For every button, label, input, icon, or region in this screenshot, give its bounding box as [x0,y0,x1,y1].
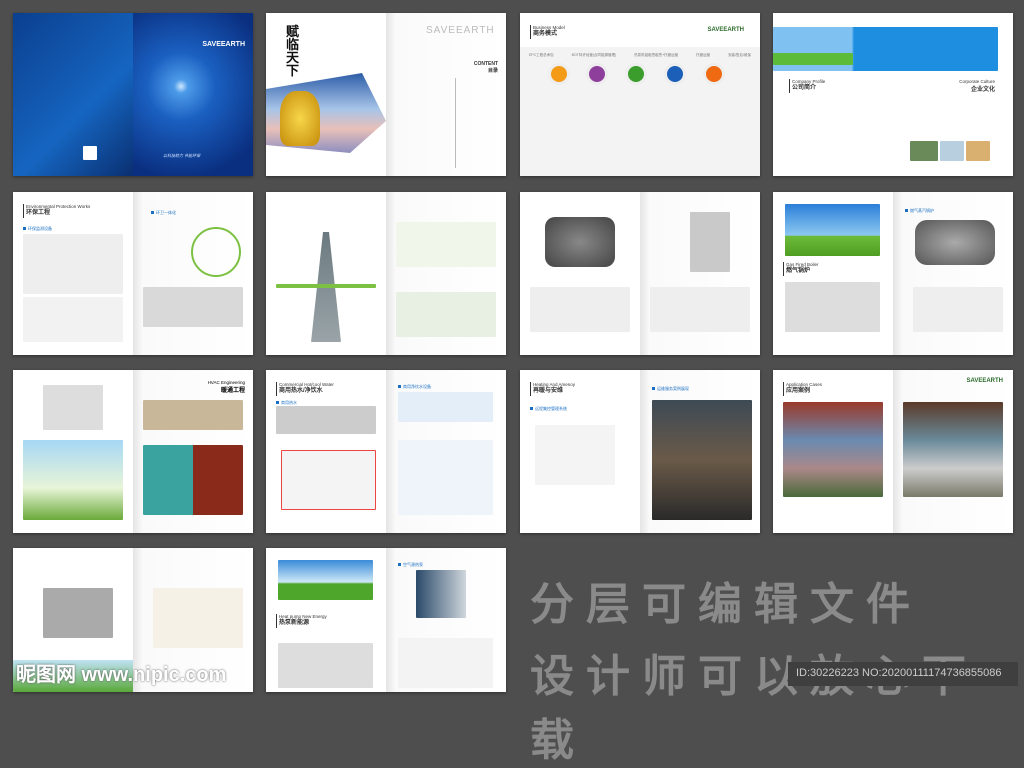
tag: 商用净饮水设备 [398,384,431,390]
tag: 燃气蒸汽锅炉 [905,208,934,214]
boiler-image [915,220,995,265]
heat-pump-unit [416,570,466,618]
front-cover: SAVEEARTH 以科技助力 节能环保 [133,13,253,176]
heatpump-spread: Heat pump New Energy 热泵新能源 空气源热泵 [266,548,506,692]
installation-image [530,287,630,332]
brand-logo: SAVEEARTH [426,25,495,36]
tag: 空气源热泵 [398,562,423,568]
promo-line-1: 分层可编辑文件 [530,579,922,630]
house-diagram [23,440,123,520]
sanitation-spread [266,192,506,355]
green-bar [276,284,376,288]
photo [966,141,990,161]
image-id: ID:30226223 NO:20200111174736855086 [788,662,1018,686]
hvac-heading: HVAC Engineering 暖通工程 [207,380,245,394]
photo-row [276,406,376,434]
photo [910,141,938,161]
tree-icon [586,63,608,85]
case-photos [783,402,883,497]
snowflake-icon [664,63,686,85]
water-spread: Commercial Hot/cool Water 商用热水/净饮水 商用热水 商… [266,370,506,533]
tag: 环卫一体化 [151,210,176,216]
contents-title: CONTENT [473,61,498,67]
photo [940,141,964,161]
equipment-images [23,234,123,294]
floor-heating-photos [143,445,243,515]
garbage-truck-image [396,292,496,337]
watermark: 昵图网 www.nipic.com [16,664,227,686]
photo-strip [785,282,880,332]
tag: 环保监测设备 [23,226,52,232]
boiler-spread [520,192,760,355]
culture-heading: Corporate Culture 企业文化 [959,79,995,93]
unit-image [43,588,113,638]
pipe-diagram [913,287,1003,332]
water-heading: Commercial Hot/cool Water 商用热水/净饮水 [276,382,334,396]
boiler-unit [690,212,730,272]
section-heading: Business Model 商务模式 [530,25,565,39]
env-heading: Environmental Protection Works 环保工程 [23,204,90,218]
contents-spread: 赋临天下 SAVEEARTH CONTENT 目录 [266,13,506,176]
slogan: 以科技助力 节能环保 [163,153,201,158]
hvac-spread: HVAC Engineering 暖通工程 [13,370,253,533]
env-spread: Environmental Protection Works 环保工程 环保监测设… [13,192,253,355]
back-cover [13,13,133,176]
brand-logo: SAVEEARTH [966,378,1003,384]
hex-diagram [191,227,241,277]
case-photos [903,402,1003,497]
logo: SAVEEARTH [202,41,245,48]
gas-boiler-spread: Gas Fired Boiler 燃气锅炉 燃气蒸汽锅炉 [773,192,1013,355]
tag: 远程集控管理系统 [530,406,567,412]
heating-spread: Heating And Amenoy 再暖与安维 远程集控管理系统 运维服务案例… [520,370,760,533]
sky-banner [785,204,880,256]
wiring-diagram [398,638,493,688]
process-diagram [396,222,496,267]
heatpump-heading: Heat pump New Energy 热泵新能源 [276,614,327,628]
photo-row [143,400,243,430]
component-images [650,287,750,332]
boiler-image [545,217,615,267]
tag: 运维服务案例展现 [652,386,689,392]
business-model-spread: Business Model 商务模式 SAVEEARTH EPC工程总承包 BOT… [520,13,760,176]
profile-heading: Company Profile 公司简介 [789,79,825,93]
equipment-image [398,392,493,422]
service-photos [652,400,752,520]
unit-image [43,385,103,430]
cover-spread: SAVEEARTH 以科技助力 节能环保 [13,13,253,176]
equipment-images [23,297,123,342]
piping-diagram [281,450,376,510]
golden-cauldron [280,91,320,146]
calligraphy-title: 赋临天下 [286,24,300,78]
gas-boiler-heading: Gas Fired Boiler 燃气锅炉 [783,262,819,276]
epc-icon [548,63,570,85]
profile-spread: Company Profile 公司简介 Corporate Culture 企业文… [773,13,1013,176]
photo-strip [278,643,373,688]
lightbulb-icon [703,63,725,85]
brand-logo: SAVEEARTH [707,27,744,33]
system-diagram [153,588,243,648]
grass [773,53,853,65]
truck-photos [143,287,243,327]
cases-heading: Application Cases 应用案例 [783,382,822,396]
cases-spread: Application Cases 应用案例 SAVEEARTH [773,370,1013,533]
gear-icon [625,63,647,85]
qr-code [83,146,97,160]
contents-heading: CONTENT 目录 [474,61,498,74]
sky-banner [278,560,373,600]
network-diagram [535,425,615,485]
system-diagram [398,440,493,515]
step-labels: EPC工程总承包 BOT特许经营(合同能源管理) 热泵机组租赁租赁+托管运营 托管运营… [528,53,752,57]
heating-heading: Heating And Amenoy 再暖与安维 [530,382,575,396]
divider [455,78,456,168]
contents-subtitle: 目录 [487,68,498,74]
promo-line-2: 设计师可以放心下载 [530,651,978,766]
